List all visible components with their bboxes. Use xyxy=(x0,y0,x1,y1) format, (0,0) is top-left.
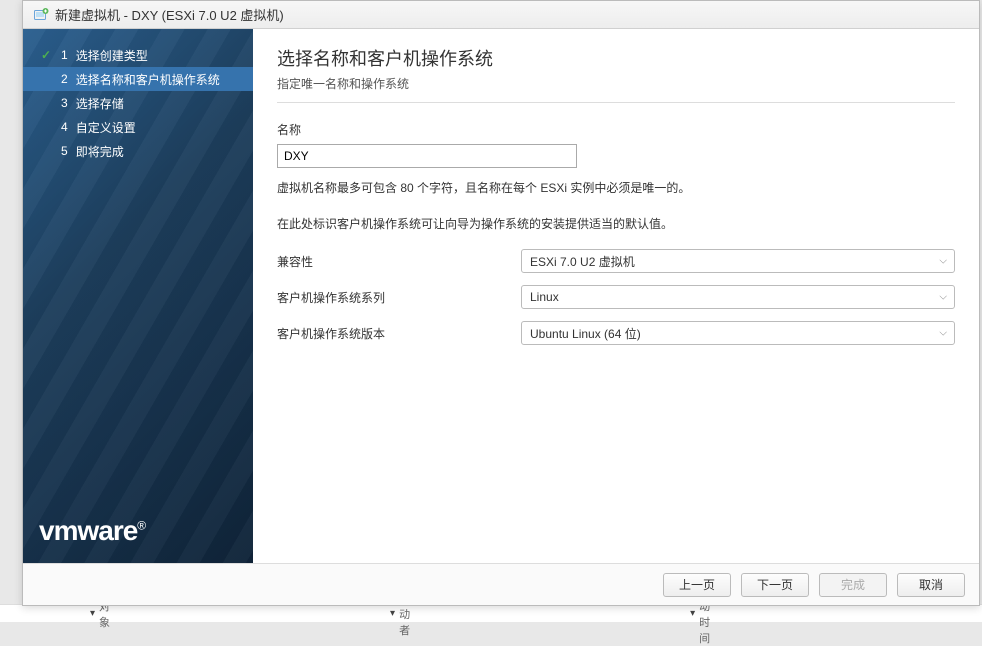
wizard-step-3[interactable]: 3 选择存储 xyxy=(23,91,253,115)
wizard-step-1[interactable]: ✓ 1 选择创建类型 xyxy=(23,43,253,67)
wizard-step-4[interactable]: 4 自定义设置 xyxy=(23,115,253,139)
step-spacer xyxy=(39,72,53,86)
os-version-label: 客户机操作系统版本 xyxy=(277,325,521,342)
os-version-select[interactable]: Ubuntu Linux (64 位) xyxy=(521,321,955,345)
os-version-row: 客户机操作系统版本 Ubuntu Linux (64 位) ⌵ xyxy=(277,321,955,345)
compatibility-select[interactable]: ESXi 7.0 U2 虚拟机 xyxy=(521,249,955,273)
os-family-row: 客户机操作系统系列 Linux ⌵ xyxy=(277,285,955,309)
step-spacer xyxy=(39,120,53,134)
vm-new-icon xyxy=(33,7,49,23)
sort-icon: ▾ xyxy=(90,608,95,619)
wizard-sidebar: ✓ 1 选择创建类型 2 选择名称和客户机操作系统 3 选择存储 4 xyxy=(23,29,253,563)
back-button[interactable]: 上一页 xyxy=(663,573,731,597)
step-label: 选择名称和客户机操作系统 xyxy=(76,71,220,88)
page-title: 选择名称和客户机操作系统 xyxy=(277,45,955,71)
step-label: 选择存储 xyxy=(76,95,124,112)
step-label: 自定义设置 xyxy=(76,119,136,136)
step-spacer xyxy=(39,96,53,110)
dialog-title: 新建虚拟机 - DXY (ESXi 7.0 U2 虚拟机) xyxy=(55,5,284,24)
step-label: 即将完成 xyxy=(76,143,124,160)
compatibility-label: 兼容性 xyxy=(277,253,521,270)
name-label: 名称 xyxy=(277,121,955,138)
sort-icon: ▾ xyxy=(690,608,695,619)
compatibility-row: 兼容性 ESXi 7.0 U2 虚拟机 ⌵ xyxy=(277,249,955,273)
vmware-logo: vmware® xyxy=(23,499,253,563)
new-vm-dialog: 新建虚拟机 - DXY (ESXi 7.0 U2 虚拟机) ✓ 1 选择创建类型… xyxy=(22,0,980,606)
name-hint: 虚拟机名称最多可包含 80 个字符，且名称在每个 ESXi 实例中必须是唯一的。 xyxy=(277,178,955,200)
os-family-select[interactable]: Linux xyxy=(521,285,955,309)
dialog-footer: 上一页 下一页 完成 取消 xyxy=(23,563,979,605)
wizard-step-5[interactable]: 5 即将完成 xyxy=(23,139,253,163)
dialog-body: ✓ 1 选择创建类型 2 选择名称和客户机操作系统 3 选择存储 4 xyxy=(23,29,979,563)
dialog-titlebar[interactable]: 新建虚拟机 - DXY (ESXi 7.0 U2 虚拟机) xyxy=(23,1,979,29)
os-hint: 在此处标识客户机操作系统可让向导为操作系统的安装提供适当的默认值。 xyxy=(277,214,955,236)
os-family-label: 客户机操作系统系列 xyxy=(277,289,521,306)
finish-button: 完成 xyxy=(819,573,887,597)
background-status-row: ▾对象 ▾启动者 ▾启动时间 ▾结果 xyxy=(0,604,982,622)
next-button[interactable]: 下一页 xyxy=(741,573,809,597)
checkmark-icon: ✓ xyxy=(39,48,53,62)
wizard-step-list: ✓ 1 选择创建类型 2 选择名称和客户机操作系统 3 选择存储 4 xyxy=(23,29,253,163)
wizard-step-2[interactable]: 2 选择名称和客户机操作系统 xyxy=(23,67,253,91)
step-label: 选择创建类型 xyxy=(76,47,148,64)
step-spacer xyxy=(39,144,53,158)
wizard-main-pane: 选择名称和客户机操作系统 指定唯一名称和操作系统 名称 虚拟机名称最多可包含 8… xyxy=(253,29,979,563)
page-subtitle: 指定唯一名称和操作系统 xyxy=(277,75,955,103)
cancel-button[interactable]: 取消 xyxy=(897,573,965,597)
sort-icon: ▾ xyxy=(390,608,395,619)
vm-name-input[interactable] xyxy=(277,144,577,168)
